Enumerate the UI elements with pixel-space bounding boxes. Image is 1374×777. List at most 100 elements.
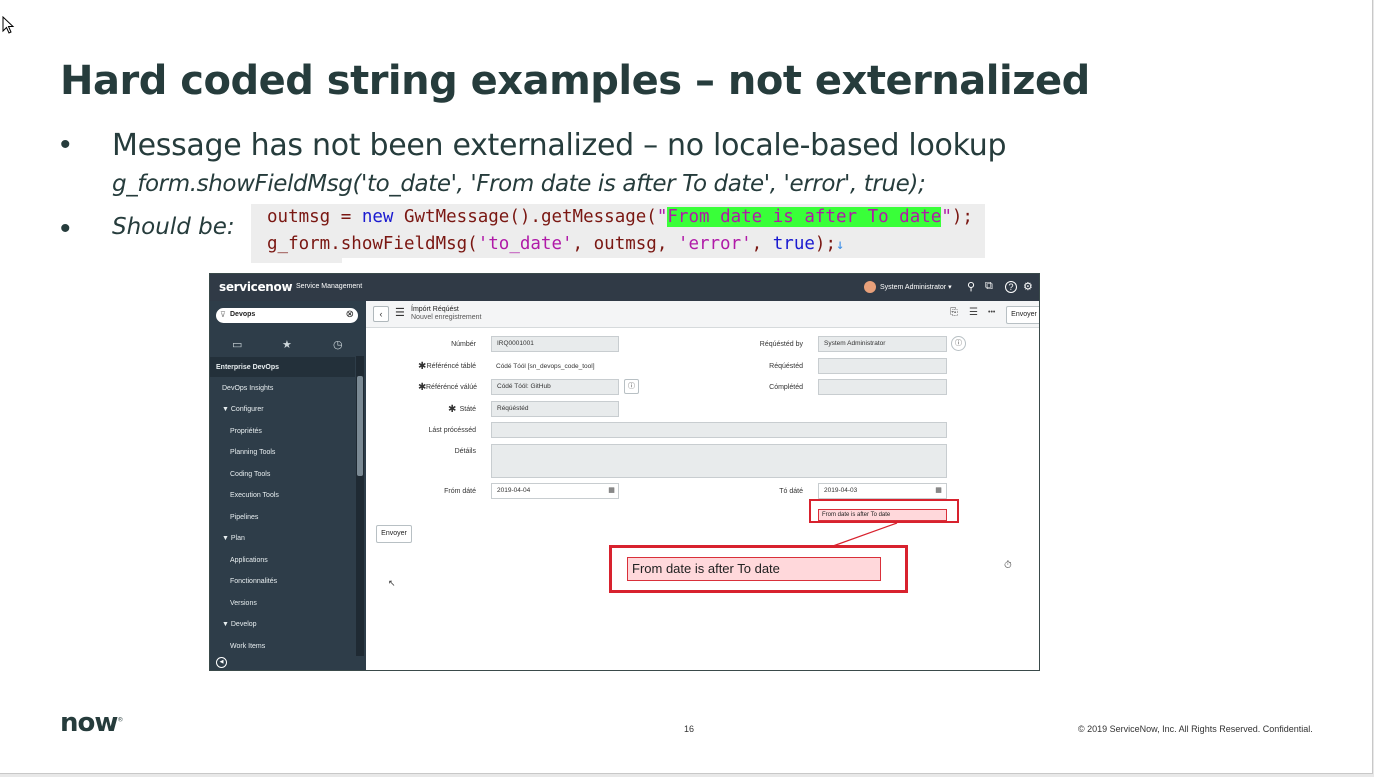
last-processed-label: Lást prócésséd — [428, 427, 476, 434]
code-line-1: outmsg = new GwtMessage().getMessage("Fr… — [267, 204, 985, 231]
navigator-scrollbar[interactable] — [356, 356, 364, 656]
nav-module-fonctionnalites[interactable]: Fonctionnalités — [210, 572, 355, 592]
last-processed-field[interactable] — [491, 422, 947, 438]
reference-value-field[interactable]: Códé Tóól: GitHub — [491, 379, 619, 395]
chat-icon[interactable]: ⧉ — [985, 280, 993, 293]
history-clock-icon[interactable]: ◷ — [333, 338, 343, 351]
nav-module-planning-tools[interactable]: Planning Tools — [210, 443, 355, 463]
submit-button-top[interactable]: Envoyer — [1006, 306, 1039, 324]
nav-item-label: Fonctionnalités — [230, 578, 278, 585]
to-date-field[interactable]: 2019-04-03 — [818, 483, 947, 499]
completed-label: Cómplétéd — [769, 384, 803, 391]
nav-item-label: ▼ Configurer — [222, 406, 264, 413]
nav-module-proprietes[interactable]: Propriétés — [210, 422, 355, 442]
nav-item-label: Enterprise DevOps — [216, 364, 280, 371]
scrollbar-thumb[interactable] — [357, 376, 363, 476]
submit-button-bottom[interactable]: Envoyer — [376, 525, 412, 543]
nav-section-configurer[interactable]: ▼ Configurer — [210, 400, 355, 420]
filter-icon: ⊽ — [220, 310, 226, 319]
reference-table-value[interactable]: Códé Tóól [sn_devops_code_tool] — [496, 363, 595, 370]
code-highlighted-string: From date is after To date — [667, 207, 942, 227]
requested-by-field[interactable]: System Administrator — [818, 336, 947, 352]
nav-item-label: Execution Tools — [230, 492, 279, 499]
info-icon[interactable]: ⓘ — [951, 336, 966, 351]
back-button[interactable]: ‹ — [373, 306, 389, 322]
form-area: ‹ ☰ Ímpórt Réqúést Nouvel enregistrement… — [366, 301, 1039, 670]
nav-section-develop[interactable]: ▼ Develop — [210, 615, 355, 635]
code-string: 'to_date' — [477, 234, 573, 254]
favorites-star-icon[interactable]: ★ — [282, 338, 292, 351]
copyright-notice: © 2019 ServiceNow, Inc. All Rights Reser… — [1078, 724, 1313, 734]
nav-module-versions[interactable]: Versions — [210, 594, 355, 614]
record-subtitle: Nouvel enregistrement — [411, 314, 482, 321]
code-keyword: new — [361, 207, 394, 227]
code-string: 'error' — [677, 234, 752, 254]
to-date-label: Tó dáté — [779, 488, 803, 495]
navigator-filter-input[interactable]: ⊽ Devops ⊗ — [216, 308, 358, 323]
servicenow-screenshot: servicenow Service Management System Adm… — [209, 273, 1040, 671]
product-name: Service Management — [296, 283, 363, 290]
code-token: GwtMessage().getMessage( — [393, 207, 657, 227]
code-box-tail — [251, 258, 342, 263]
details-textarea[interactable] — [491, 444, 947, 478]
nav-item-label: ▼ Plan — [222, 535, 245, 542]
form-context-menu-icon[interactable]: ☰ — [395, 306, 405, 319]
now-logo-text: now — [60, 708, 118, 738]
code-token: , — [751, 234, 773, 254]
attachment-icon[interactable]: ⎘ — [950, 307, 958, 318]
nav-app-enterprise-devops[interactable]: Enterprise DevOps — [210, 357, 355, 377]
gear-icon[interactable]: ⚙ — [1023, 280, 1033, 293]
nav-module-execution-tools[interactable]: Execution Tools — [210, 486, 355, 506]
filter-value: Devops — [230, 311, 256, 318]
nav-item-label: Applications — [230, 557, 268, 564]
nav-item-label: Planning Tools — [230, 449, 276, 456]
nav-module-pipelines[interactable]: Pipelines — [210, 508, 355, 528]
reference-value-label: Référéncé válúé — [426, 384, 477, 391]
code-token: ); — [951, 207, 973, 227]
state-field[interactable]: Réqúéstéd — [491, 401, 619, 417]
code-token: g_form.showFieldMsg( — [267, 234, 478, 254]
code-token: outmsg = — [267, 207, 362, 227]
collapse-navigator-icon[interactable]: ◀ — [216, 657, 227, 668]
personalize-form-icon[interactable]: ☰ — [969, 307, 978, 318]
page-number: 16 — [684, 724, 695, 734]
nav-section-plan[interactable]: ▼ Plan — [210, 529, 355, 549]
nav-module-devops-insights[interactable]: DevOps Insights — [210, 379, 355, 399]
zoomed-error-message: From date is after To date — [627, 557, 881, 581]
highlight-frame — [809, 499, 959, 523]
servicenow-logo[interactable]: servicenow — [219, 280, 293, 294]
calendar-icon[interactable]: ▦ — [931, 484, 946, 498]
calendar-icon[interactable]: ▦ — [604, 484, 619, 498]
number-label: Númbér — [451, 341, 476, 348]
slide: Hard coded string examples – not externa… — [0, 0, 1373, 774]
requested-field[interactable] — [818, 358, 947, 374]
from-date-field[interactable]: 2019-04-04 — [491, 483, 619, 499]
nav-module-applications[interactable]: Applications — [210, 551, 355, 571]
nav-module-work-items[interactable]: Work Items — [210, 637, 355, 657]
navigator-tabs: ▭ ★ ◷ — [210, 335, 355, 355]
nav-item-label: Pipelines — [230, 514, 259, 521]
more-options-icon[interactable]: ••• — [988, 309, 995, 316]
help-icon[interactable]: ? — [1005, 281, 1017, 293]
nav-module-coding-tools[interactable]: Coding Tools — [210, 465, 355, 485]
stopwatch-icon[interactable]: ⏱ — [1004, 560, 1012, 571]
user-menu[interactable]: System Administrator ▾ — [880, 283, 952, 291]
code-line-2: g_form.showFieldMsg('to_date', outmsg, '… — [267, 231, 985, 258]
clear-filter-icon[interactable]: ⊗ — [346, 309, 354, 320]
avatar[interactable] — [864, 281, 876, 293]
mouse-pointer-icon — [2, 16, 15, 34]
completed-field[interactable] — [818, 379, 947, 395]
code-quote: " — [656, 207, 668, 227]
nav-item-label: ▼ Develop — [222, 621, 257, 628]
bullet-1-text: Message has not been externalized – no l… — [112, 128, 1007, 163]
nav-item-label: Versions — [230, 600, 257, 607]
all-apps-icon[interactable]: ▭ — [232, 338, 242, 351]
form-header-bar: ‹ ☰ Ímpórt Réqúést Nouvel enregistrement… — [366, 301, 1039, 328]
now-logo: now® — [60, 708, 123, 738]
details-label: Détáils — [454, 448, 476, 455]
number-field[interactable]: IRQ0001001 — [491, 336, 619, 352]
info-icon[interactable]: ⓘ — [624, 379, 639, 394]
bullet-dot: • — [60, 212, 71, 245]
search-icon[interactable]: ⚲ — [967, 280, 975, 293]
bullet-dot: • — [60, 128, 71, 161]
